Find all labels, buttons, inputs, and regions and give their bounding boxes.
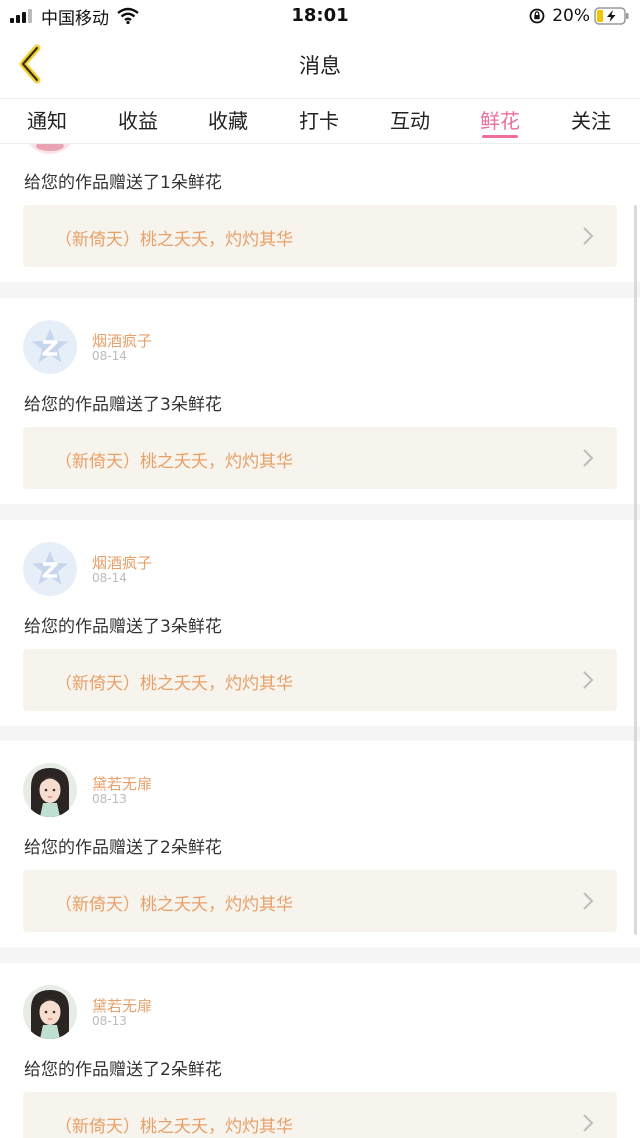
flower-message-list: 给您的作品赠送了1朵鲜花 （新倚天）桃之夭夭，灼灼其华 烟酒疯子 08-14 给… (0, 144, 640, 1138)
work-title: （新倚天）桃之夭夭，灼灼其华 (55, 895, 293, 915)
page-title: 消息 (299, 54, 341, 78)
message-date: 08-14 (92, 349, 127, 363)
list-item: 烟酒疯子 08-14 给您的作品赠送了3朵鲜花 （新倚天）桃之夭夭，灼灼其华 (0, 298, 640, 504)
work-title: （新倚天）桃之夭夭，灼灼其华 (55, 674, 293, 694)
work-link[interactable]: （新倚天）桃之夭夭，灼灼其华 (23, 649, 617, 711)
tab-notifications[interactable]: 通知 (17, 105, 77, 134)
chevron-right-icon (583, 892, 594, 910)
tab-earnings[interactable]: 收益 (108, 105, 168, 134)
list-item: 给您的作品赠送了1朵鲜花 （新倚天）桃之夭夭，灼灼其华 (0, 144, 640, 282)
message-date: 08-14 (92, 571, 127, 585)
avatar[interactable] (23, 542, 77, 596)
status-bar: 中国移动 18:01 20% (0, 0, 640, 32)
tab-interactions[interactable]: 互动 (380, 105, 440, 134)
chevron-right-icon (583, 449, 594, 467)
girl-portrait-avatar (23, 985, 77, 1039)
tab-flowers[interactable]: 鲜花 (470, 105, 530, 134)
orientation-lock-icon (529, 8, 545, 24)
sender-name[interactable]: 黛若无扉 (92, 773, 152, 794)
message-date: 08-13 (92, 792, 127, 806)
default-avatar-icon (23, 320, 77, 374)
avatar[interactable] (23, 144, 77, 154)
tab-favorites[interactable]: 收藏 (198, 105, 258, 134)
active-tab-indicator (482, 135, 518, 138)
chevron-right-icon (583, 671, 594, 689)
sender-name[interactable]: 黛若无扉 (92, 995, 152, 1016)
list-item: 黛若无扉 08-13 给您的作品赠送了2朵鲜花 （新倚天）桃之夭夭，灼灼其华 (0, 741, 640, 947)
tab-following[interactable]: 关注 (561, 105, 621, 134)
sender-name[interactable]: 烟酒疯子 (92, 330, 152, 351)
gift-message: 给您的作品赠送了2朵鲜花 (24, 1060, 222, 1080)
work-title: （新倚天）桃之夭夭，灼灼其华 (55, 452, 293, 472)
work-title: （新倚天）桃之夭夭，灼灼其华 (55, 230, 293, 250)
avatar[interactable] (23, 320, 77, 374)
chevron-left-icon (19, 44, 41, 84)
gift-message: 给您的作品赠送了1朵鲜花 (24, 173, 222, 193)
gift-message: 给您的作品赠送了2朵鲜花 (24, 838, 222, 858)
work-link[interactable]: （新倚天）桃之夭夭，灼灼其华 (23, 427, 617, 489)
gift-message: 给您的作品赠送了3朵鲜花 (24, 395, 222, 415)
work-link[interactable]: （新倚天）桃之夭夭，灼灼其华 (23, 870, 617, 932)
navigation-bar: 消息 (0, 32, 640, 98)
message-date: 08-13 (92, 1014, 127, 1028)
battery-percentage: 20% (552, 6, 590, 26)
battery-icon (594, 7, 629, 25)
work-link[interactable]: （新倚天）桃之夭夭，灼灼其华 (23, 205, 617, 267)
list-item: 黛若无扉 08-13 给您的作品赠送了2朵鲜花 （新倚天）桃之夭夭，灼灼其华 (0, 963, 640, 1138)
chevron-right-icon (583, 227, 594, 245)
work-link[interactable]: （新倚天）桃之夭夭，灼灼其华 (23, 1092, 617, 1138)
default-avatar-icon (23, 542, 77, 596)
girl-portrait-avatar (23, 763, 77, 817)
work-title: （新倚天）桃之夭夭，灼灼其华 (55, 1117, 293, 1137)
chevron-right-icon (583, 1114, 594, 1132)
message-tabs: 通知 收益 收藏 打卡 互动 鲜花 关注 (0, 98, 640, 144)
gift-message: 给您的作品赠送了3朵鲜花 (24, 617, 222, 637)
user-avatar-image (29, 144, 71, 154)
list-item: 烟酒疯子 08-14 给您的作品赠送了3朵鲜花 （新倚天）桃之夭夭，灼灼其华 (0, 520, 640, 726)
tab-checkin[interactable]: 打卡 (289, 105, 349, 134)
back-button[interactable] (10, 44, 50, 84)
scrollbar[interactable] (634, 205, 637, 935)
sender-name[interactable]: 烟酒疯子 (92, 552, 152, 573)
avatar[interactable] (23, 763, 77, 817)
avatar[interactable] (23, 985, 77, 1039)
